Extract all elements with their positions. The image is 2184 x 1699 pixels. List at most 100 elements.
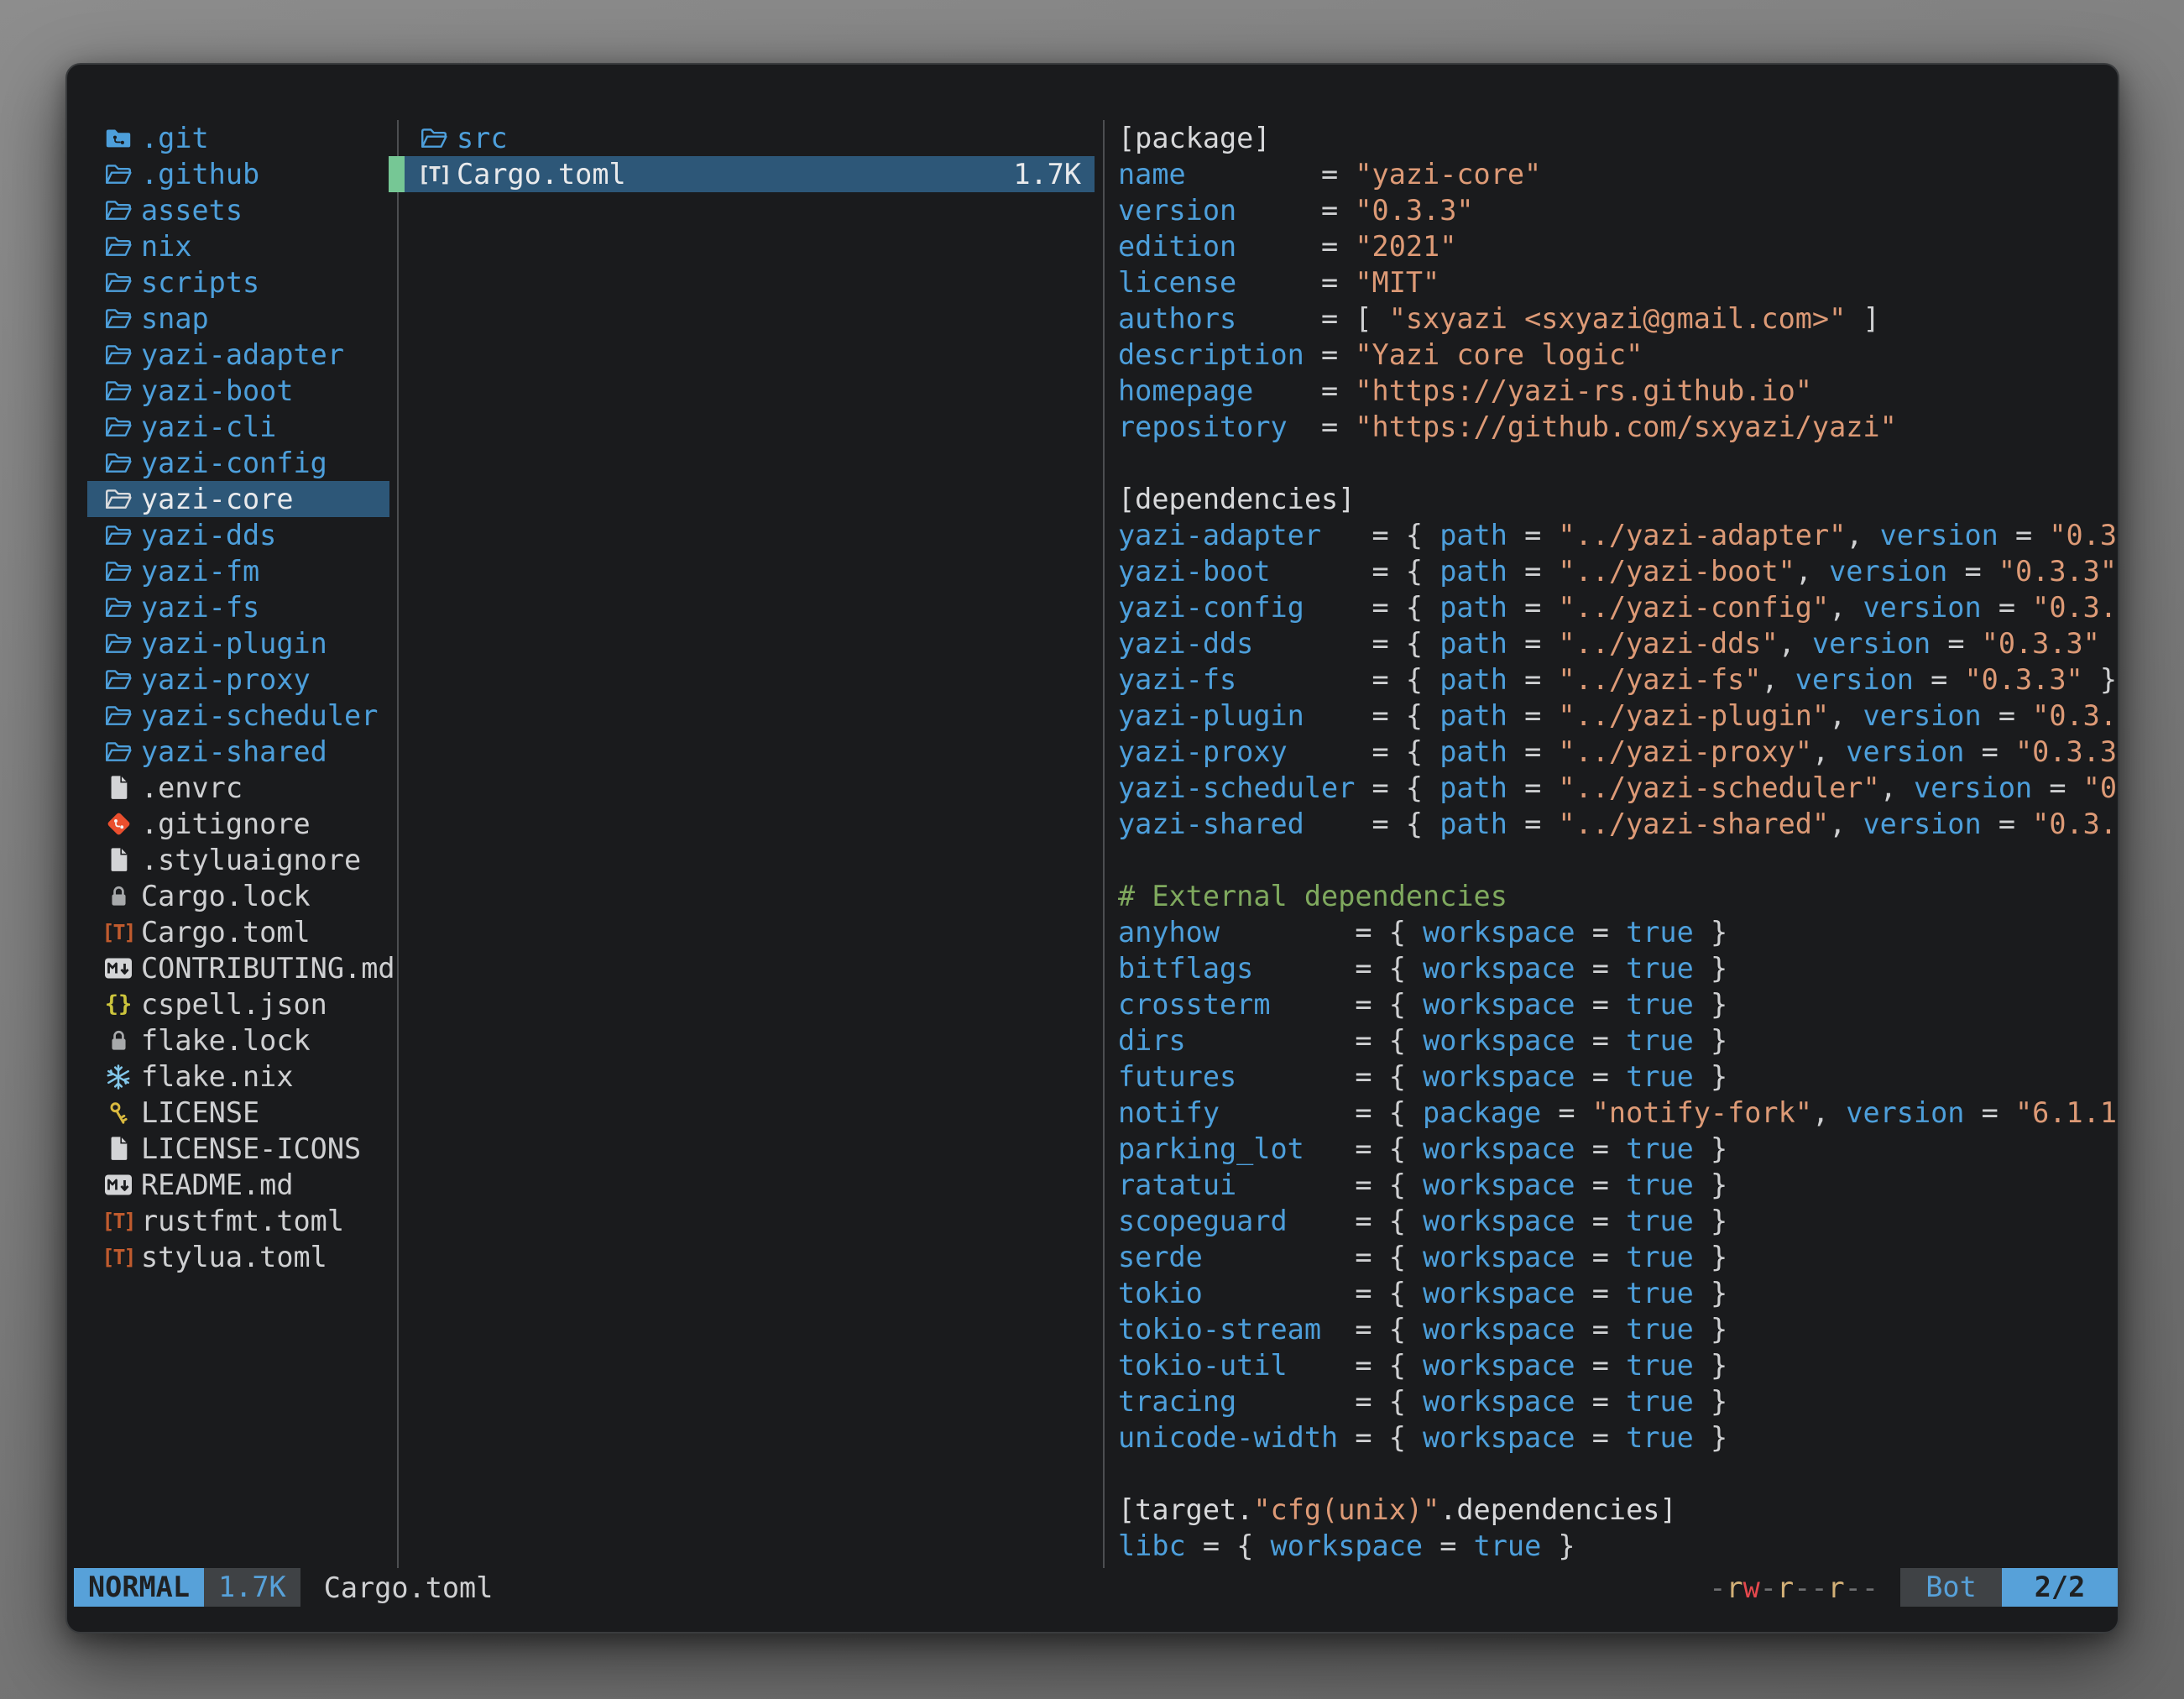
status-bar: NORMAL 1.7K Cargo.toml -rw-r--r-- Bot 2/… <box>67 1568 2118 1607</box>
file-name: yazi-cli <box>141 410 276 443</box>
scroll-position-badge: Bot <box>1900 1568 2002 1607</box>
folder-icon <box>104 628 133 660</box>
markdown-icon <box>104 953 133 985</box>
folder-icon <box>104 520 133 552</box>
file-size: 1.7K <box>1013 158 1081 191</box>
folder-icon <box>104 484 133 515</box>
preview-line: yazi-adapter = { path = "../yazi-adapter… <box>1118 517 2117 553</box>
sidebar-item-github[interactable]: .github <box>87 156 389 192</box>
toml-icon: [T] <box>104 1242 133 1273</box>
sidebar-item-cargo-lock[interactable]: Cargo.lock <box>87 878 389 914</box>
cursor-marker <box>389 156 405 192</box>
git-folder-icon <box>104 123 133 154</box>
preview-line: [package] <box>1118 120 1271 156</box>
folder-icon <box>104 303 133 335</box>
file-size-badge: 1.7K <box>204 1568 300 1607</box>
lock-icon <box>104 881 133 912</box>
preview-line: ratatui = { workspace = true } <box>1118 1167 1727 1203</box>
file-name: flake.lock <box>141 1024 311 1057</box>
sidebar-item-snap[interactable]: snap <box>87 301 389 337</box>
preview-line: authors = [ "sxyazi <sxyazi@gmail.com>" … <box>1118 301 1880 337</box>
file-name: yazi-proxy <box>141 663 311 696</box>
preview-line: yazi-config = { path = "../yazi-config",… <box>1118 589 2117 625</box>
sidebar-item-contributing-md[interactable]: CONTRIBUTING.md <box>87 950 389 986</box>
sidebar-item-license[interactable]: LICENSE <box>87 1095 389 1131</box>
file-name: scripts <box>141 266 259 299</box>
sidebar-item-scripts[interactable]: scripts <box>87 264 389 301</box>
sidebar-item-git[interactable]: .git <box>87 120 389 156</box>
cursor-counter-badge: 2/2 <box>2002 1568 2118 1607</box>
current-pane-item-cargo-toml[interactable]: [T] Cargo.toml 1.7K <box>405 156 1095 192</box>
file-name: yazi-config <box>141 447 327 479</box>
sidebar-item-yazi-adapter[interactable]: yazi-adapter <box>87 337 389 373</box>
braces-icon: {} <box>104 989 133 1021</box>
pane-divider-right <box>1103 120 1105 1568</box>
sidebar-item-yazi-plugin[interactable]: yazi-plugin <box>87 625 389 661</box>
folder-icon <box>104 339 133 371</box>
file-name: yazi-core <box>141 483 294 515</box>
document-icon <box>104 772 133 804</box>
preview-line: notify = { package = "notify-fork", vers… <box>1118 1095 2117 1131</box>
sidebar-item-yazi-config[interactable]: yazi-config <box>87 445 389 481</box>
sidebar-item-yazi-fs[interactable]: yazi-fs <box>87 589 389 625</box>
sidebar-item-readme-md[interactable]: README.md <box>87 1167 389 1203</box>
file-name: LICENSE <box>141 1096 259 1129</box>
sidebar-item-yazi-cli[interactable]: yazi-cli <box>87 409 389 445</box>
file-permissions: -rw-r--r-- <box>1709 1571 1878 1604</box>
file-name: Cargo.toml <box>457 158 626 191</box>
sidebar-item-yazi-shared[interactable]: yazi-shared <box>87 734 389 770</box>
sidebar-item-nix[interactable]: nix <box>87 228 389 264</box>
current-pane-item-src[interactable]: src <box>405 120 1095 156</box>
sidebar-item-flake-lock[interactable]: flake.lock <box>87 1022 389 1059</box>
sidebar-item-assets[interactable]: assets <box>87 192 389 228</box>
preview-line: unicode-width = { workspace = true } <box>1118 1419 1727 1456</box>
sidebar-item-flake-nix[interactable]: flake.nix <box>87 1059 389 1095</box>
folder-icon <box>104 231 133 263</box>
sidebar-item-stylua-toml[interactable]: [T]stylua.toml <box>87 1239 389 1275</box>
sidebar-item-yazi-core[interactable]: yazi-core <box>87 481 389 517</box>
sidebar-item-yazi-fm[interactable]: yazi-fm <box>87 553 389 589</box>
preview-line: [dependencies] <box>1118 481 1355 517</box>
file-name: snap <box>141 302 209 335</box>
preview-line: license = "MIT" <box>1118 264 1439 301</box>
sidebar-item-envrc[interactable]: .envrc <box>87 770 389 806</box>
sidebar-item-rustfmt-toml[interactable]: [T]rustfmt.toml <box>87 1203 389 1239</box>
document-icon <box>104 1133 133 1165</box>
sidebar-item-styluaignore[interactable]: .styluaignore <box>87 842 389 878</box>
markdown-icon <box>104 1169 133 1201</box>
file-name: assets <box>141 194 243 227</box>
file-name: LICENSE-ICONS <box>141 1132 361 1165</box>
preview-line: serde = { workspace = true } <box>1118 1239 1727 1275</box>
preview-line: yazi-shared = { path = "../yazi-shared",… <box>1118 806 2117 842</box>
preview-line: tokio = { workspace = true } <box>1118 1275 1727 1311</box>
file-name: yazi-adapter <box>141 338 344 371</box>
sidebar-item-yazi-boot[interactable]: yazi-boot <box>87 373 389 409</box>
folder-icon <box>104 411 133 443</box>
file-name: CONTRIBUTING.md <box>141 952 395 985</box>
file-name: Cargo.lock <box>141 880 311 912</box>
folder-icon <box>104 159 133 191</box>
sidebar-item-yazi-proxy[interactable]: yazi-proxy <box>87 661 389 698</box>
preview-line: scopeguard = { workspace = true } <box>1118 1203 1727 1239</box>
terminal-window: .git.githubassetsnixscriptssnapyazi-adap… <box>65 63 2119 1634</box>
preview-line: yazi-boot = { path = "../yazi-boot", ver… <box>1118 553 2117 589</box>
sidebar-item-license-icons[interactable]: LICENSE-ICONS <box>87 1131 389 1167</box>
sidebar-item-yazi-dds[interactable]: yazi-dds <box>87 517 389 553</box>
sidebar-item-cargo-toml[interactable]: [T]Cargo.toml <box>87 914 389 950</box>
file-name: .envrc <box>141 771 243 804</box>
preview-line: homepage = "https://yazi-rs.github.io" <box>1118 373 1812 409</box>
file-name: yazi-fm <box>141 555 259 588</box>
folder-icon <box>104 700 133 732</box>
folder-icon <box>104 664 133 696</box>
toml-icon: [T] <box>420 159 448 191</box>
folder-icon <box>104 267 133 299</box>
sidebar-item-gitignore[interactable]: .gitignore <box>87 806 389 842</box>
file-name: yazi-shared <box>141 735 327 768</box>
preview-line: description = "Yazi core logic" <box>1118 337 1643 373</box>
file-name: yazi-plugin <box>141 627 327 660</box>
file-name: .github <box>141 158 259 191</box>
preview-line: tracing = { workspace = true } <box>1118 1383 1727 1419</box>
sidebar-item-yazi-scheduler[interactable]: yazi-scheduler <box>87 698 389 734</box>
preview-line: bitflags = { workspace = true } <box>1118 950 1727 986</box>
sidebar-item-cspell-json[interactable]: {}cspell.json <box>87 986 389 1022</box>
